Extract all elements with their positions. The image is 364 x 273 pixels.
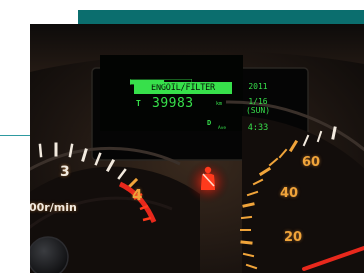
tachometer-needle-hub [30, 236, 69, 273]
clock-time: 4:33 [247, 123, 269, 133]
multi-info-display: ENGOIL/FILTER T 39983 km D Ave 2011 1/16… [130, 79, 273, 155]
fuel-level-gauge [130, 79, 192, 85]
trip-indicator: T [136, 99, 141, 108]
speedometer-label-20: 20 [284, 230, 303, 245]
tachometer-unit-label: 00r/min [30, 201, 77, 214]
tachometer-label-4: 4 [132, 186, 143, 204]
odometer-unit: km [216, 101, 223, 107]
speedometer-label-60: 60 [302, 155, 321, 170]
average-label: Ave [218, 126, 227, 131]
gear-indicator: D [207, 119, 212, 127]
clock-date: 1/16 [248, 97, 268, 106]
fuel-gauge-fill [130, 80, 165, 84]
clock-weekday: (SUN) [245, 106, 271, 115]
odometer-value: 39983 [152, 96, 194, 111]
speedometer-label-40: 40 [280, 186, 299, 201]
dashboard-photo: ENGOIL/FILTER T 39983 km D Ave 2011 1/16… [30, 24, 364, 273]
tachometer-label-3: 3 [60, 164, 70, 180]
callout-leader-line [0, 135, 34, 136]
clock-year: 2011 [248, 82, 268, 91]
